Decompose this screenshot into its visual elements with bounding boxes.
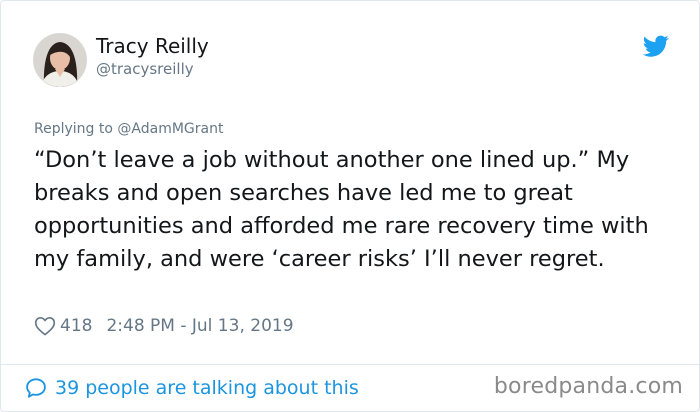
author-name[interactable]: Tracy Reilly: [96, 34, 209, 58]
replying-prefix: Replying to: [34, 121, 118, 137]
conversation-label: 39 people are talking about this: [55, 377, 359, 399]
replying-to: Replying to @AdamMGrant: [34, 121, 223, 137]
twitter-bird-icon[interactable]: [642, 33, 669, 59]
heart-icon[interactable]: [34, 316, 56, 336]
author-handle[interactable]: @tracysreilly: [96, 60, 194, 78]
tweet-meta: 418 2:48 PM - Jul 13, 2019: [34, 313, 294, 339]
avatar[interactable]: [33, 33, 87, 87]
divider: [1, 364, 699, 365]
tweet-card: Tracy Reilly @tracysreilly Replying to @…: [0, 0, 700, 412]
like-count[interactable]: 418: [60, 316, 92, 336]
watermark: boredpanda.com: [493, 374, 683, 399]
tweet-text: “Don’t leave a job without another one l…: [34, 147, 649, 272]
conversation-link[interactable]: 39 people are talking about this: [25, 373, 359, 403]
tweet-timestamp[interactable]: 2:48 PM - Jul 13, 2019: [106, 316, 293, 336]
mention-link[interactable]: @AdamMGrant: [117, 121, 223, 137]
speech-bubble-icon: [25, 377, 47, 399]
